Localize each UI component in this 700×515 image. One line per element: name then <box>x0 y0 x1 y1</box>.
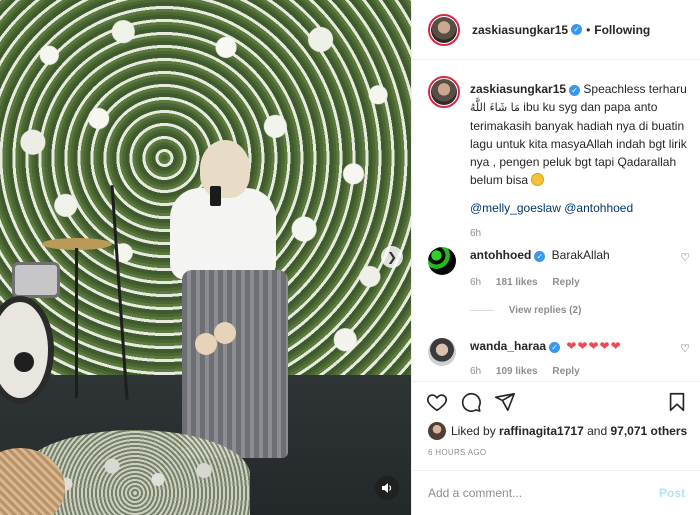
comment-likes[interactable]: 109 likes <box>496 366 538 377</box>
post-time-ago[interactable]: 6 HOURS AGO <box>428 448 486 457</box>
liker-username[interactable]: raffinagita1717 <box>499 424 584 438</box>
caption-avatar[interactable] <box>428 76 460 108</box>
performer-pants <box>182 270 288 458</box>
instagram-post-modal: ❯ zaskiasungkar15 ✓ • Following zaskiasu… <box>0 0 700 515</box>
performer-phone <box>210 186 221 206</box>
post-header: zaskiasungkar15 ✓ • Following <box>412 0 700 60</box>
tom-drum <box>12 262 60 298</box>
comment-button[interactable] <box>459 390 483 414</box>
likes-summary: Liked by raffinagita1717 and 97,071 othe… <box>428 421 690 441</box>
verified-icon: ✓ <box>569 85 581 96</box>
liked-by-prefix: Liked by <box>451 424 496 438</box>
caption-arabic: مَا شَاءَ اللَّهُ <box>470 101 520 114</box>
post-media[interactable]: ❯ <box>0 0 411 515</box>
like-button[interactable] <box>425 390 449 414</box>
following-button[interactable]: Following <box>594 23 650 37</box>
kick-drum-port <box>14 352 34 372</box>
comment-time[interactable]: 6h <box>470 277 481 288</box>
sound-toggle-button[interactable] <box>375 476 399 500</box>
bookmark-icon <box>669 392 685 412</box>
verified-icon: ✓ <box>534 251 546 262</box>
view-replies-button[interactable]: View replies (2) <box>470 305 582 316</box>
pompom <box>214 322 236 344</box>
comment-username[interactable]: wanda_haraa <box>470 339 546 353</box>
comment-text: ❤❤❤❤❤ <box>566 339 622 353</box>
comment-like-heart-icon[interactable]: ♡ <box>680 251 690 264</box>
share-button[interactable] <box>493 390 517 414</box>
liked-by-and: and <box>587 424 608 438</box>
add-comment-bar: Post <box>412 470 700 515</box>
comment-like-heart-icon[interactable]: ♡ <box>680 342 690 355</box>
performer-blouse <box>170 188 276 280</box>
post-side-panel: zaskiasungkar15 ✓ • Following zaskiasung… <box>411 0 700 515</box>
save-button[interactable] <box>665 390 689 414</box>
caption-username[interactable]: zaskiasungkar15 <box>470 82 566 96</box>
next-media-button[interactable]: ❯ <box>381 246 403 268</box>
reply-button[interactable]: Reply <box>552 277 579 288</box>
verified-icon: ✓ <box>571 24 583 35</box>
share-icon <box>495 392 515 412</box>
author-username[interactable]: zaskiasungkar15 <box>472 23 568 37</box>
author-avatar[interactable] <box>428 13 460 46</box>
next-arrow-icon: ❯ <box>386 250 398 264</box>
reply-button[interactable]: Reply <box>552 366 579 377</box>
performer-head <box>200 140 250 198</box>
heart-icon <box>426 394 448 412</box>
liker-avatar[interactable] <box>428 422 446 440</box>
comment-username[interactable]: antohhoed <box>470 248 531 262</box>
comment-text: BarakAllah <box>551 248 610 262</box>
comment-icon <box>461 393 481 413</box>
commenter-avatar[interactable] <box>428 247 456 275</box>
smile-emoji-icon <box>531 173 545 186</box>
action-bar <box>412 381 700 421</box>
view-replies-label: View replies (2) <box>508 305 582 316</box>
sound-icon <box>382 483 392 493</box>
comment-input[interactable] <box>428 486 659 500</box>
caption-timestamp[interactable]: 6h <box>470 225 698 243</box>
caption-text-start: Speachless terharu <box>583 82 687 96</box>
verified-icon: ✓ <box>549 342 561 353</box>
mention-link[interactable]: @antohhoed <box>564 201 633 215</box>
likes-count[interactable]: 97,071 others <box>610 424 687 438</box>
post-comment-button[interactable]: Post <box>659 486 685 500</box>
comment-time[interactable]: 6h <box>470 366 481 377</box>
comments-list[interactable]: zaskiasungkar15 ✓ Speachless terharu مَا … <box>412 61 700 381</box>
comment-likes[interactable]: 181 likes <box>496 277 538 288</box>
commenter-avatar[interactable] <box>428 338 456 366</box>
cymbal-stand <box>75 248 78 398</box>
mention-link[interactable]: @melly_goeslaw <box>470 201 561 215</box>
separator-dot: • <box>586 22 591 37</box>
